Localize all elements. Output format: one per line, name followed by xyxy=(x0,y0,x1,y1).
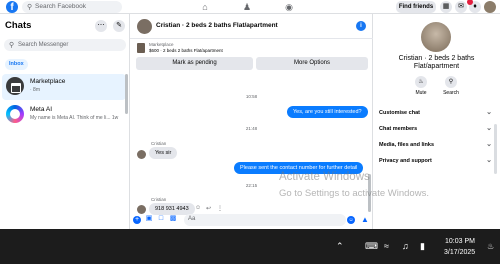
notification-bell-icon[interactable]: ♨ xyxy=(487,242,494,251)
marketplace-shop-icon xyxy=(6,77,24,95)
conversation-item-meta-ai[interactable]: Meta AI My name is Meta AI. Think of me … xyxy=(2,102,126,128)
more-actions-icon[interactable]: ⋮ xyxy=(217,205,223,212)
mute-label: Mute xyxy=(415,90,427,96)
profile-avatar-large[interactable] xyxy=(421,22,451,52)
menu-grid-icon[interactable]: ▦ xyxy=(440,1,452,13)
add-attachment-icon[interactable]: + xyxy=(133,216,141,224)
battery-icon[interactable]: ▮ xyxy=(420,241,425,252)
conversation-title[interactable]: Cristian · 2 beds 2 baths Flat/apartment xyxy=(156,22,278,29)
thumbs-up-icon[interactable]: ▲ xyxy=(361,215,369,224)
conversation-header: Cristian · 2 beds 2 baths Flat/apartment… xyxy=(130,14,373,39)
listing-thumbnail[interactable] xyxy=(137,43,145,53)
conversation-item-marketplace[interactable]: Marketplace · 8m xyxy=(2,74,126,100)
top-navigation-bar: f ⚲ Search Facebook ⌂ ♟ ◉ Find friends ▦… xyxy=(0,0,500,14)
conversation-name: Meta AI xyxy=(30,106,53,113)
section-label: Customise chat xyxy=(379,110,420,116)
more-options-button[interactable]: More Options xyxy=(256,57,368,70)
search-in-conversation-button[interactable]: ⚲ Search xyxy=(436,76,466,96)
section-privacy-support[interactable]: Privacy and support ⌄ xyxy=(379,155,494,167)
chevron-down-icon: ⌄ xyxy=(486,125,492,132)
contact-avatar[interactable] xyxy=(137,19,152,34)
message-bubble-outgoing[interactable]: Yes, are you still interested? xyxy=(287,106,368,118)
message-composer: + ▣ □ ▩ Aa ☺ ▲ xyxy=(130,212,373,229)
bell-icon: ♨ xyxy=(415,76,427,88)
listing-label: Marketplace xyxy=(149,42,174,47)
search-icon: ⚲ xyxy=(445,76,457,88)
reply-icon[interactable]: ↩ xyxy=(206,205,211,212)
sidebar-scrollbar[interactable] xyxy=(125,74,128,114)
message-input-placeholder: Aa xyxy=(188,216,196,222)
chevron-down-icon: ⌄ xyxy=(486,141,492,148)
chevron-up-icon[interactable]: ⌃ xyxy=(336,241,344,252)
profile-avatar[interactable] xyxy=(484,1,496,13)
mute-button[interactable]: ♨ Mute xyxy=(406,76,436,96)
react-emoji-icon[interactable]: ☺ xyxy=(195,205,201,211)
activate-windows-watermark-subtitle: Go to Settings to activate Windows. xyxy=(279,188,429,199)
friends-icon[interactable]: ♟ xyxy=(241,1,253,13)
keyboard-icon[interactable]: ⌨ xyxy=(365,241,378,252)
home-icon[interactable]: ⌂ xyxy=(199,1,211,13)
meta-ai-icon xyxy=(6,105,24,123)
volume-icon[interactable]: ♫ xyxy=(402,241,409,251)
search-icon: ⚲ xyxy=(27,4,33,11)
image-icon[interactable]: ▣ xyxy=(145,215,153,223)
conversation-subtitle: My name is Meta AI. Think of me li... 1w xyxy=(30,115,119,121)
groups-icon[interactable]: ◉ xyxy=(283,1,295,13)
new-message-icon[interactable]: ✎ xyxy=(113,20,125,32)
message-timestamp: 10:58 xyxy=(245,94,258,99)
sender-name: Cristian xyxy=(151,197,167,202)
sticker-icon[interactable]: □ xyxy=(157,215,165,223)
mark-as-pending-button[interactable]: Mark as pending xyxy=(136,57,253,70)
windows-taskbar: ⌃ ⌨ ≈ ♫ ▮ 10:03 PM 3/17/2025 ♨ xyxy=(0,229,500,264)
inbox-filter-tab[interactable]: Inbox xyxy=(5,59,28,70)
chevron-down-icon: ⌄ xyxy=(486,109,492,116)
clock-time[interactable]: 10:03 PM xyxy=(445,238,475,245)
section-customise-chat[interactable]: Customise chat ⌄ xyxy=(379,107,494,119)
find-friends-button[interactable]: Find friends xyxy=(396,1,436,13)
activate-windows-watermark-title: Activate Windows xyxy=(279,171,370,183)
sender-name: Cristian xyxy=(151,141,167,146)
message-input[interactable]: Aa xyxy=(184,214,346,226)
section-label: Media, files and links xyxy=(379,142,435,148)
search-label: Search xyxy=(443,90,459,96)
messenger-icon[interactable]: ✉ xyxy=(455,1,467,13)
more-options-icon[interactable]: ⋯ xyxy=(95,20,107,32)
section-media-files-links[interactable]: Media, files and links ⌄ xyxy=(379,139,494,151)
message-timestamp: 21:48 xyxy=(245,126,258,131)
section-label: Chat members xyxy=(379,126,418,132)
message-bubble-incoming[interactable]: Yes sir xyxy=(149,147,178,159)
search-icon: ⚲ xyxy=(9,42,15,49)
facebook-search-placeholder: Search Facebook xyxy=(35,3,86,10)
profile-name: Cristian · 2 beds 2 baths Flat/apartment xyxy=(398,55,475,70)
conversation-subtitle: · 8m xyxy=(30,87,40,93)
listing-info[interactable]: $600 · 2 beds 2 baths Flat/apartment xyxy=(149,48,223,53)
section-chat-members[interactable]: Chat members ⌄ xyxy=(379,123,494,135)
messenger-search-input[interactable]: ⚲ Search Messenger xyxy=(4,39,126,51)
emoji-icon[interactable]: ☺ xyxy=(347,216,355,224)
conversation-name: Marketplace xyxy=(30,78,66,85)
facebook-logo-icon[interactable]: f xyxy=(6,1,18,13)
info-icon[interactable]: i xyxy=(356,21,366,31)
section-label: Privacy and support xyxy=(379,158,432,164)
gif-icon[interactable]: ▩ xyxy=(169,215,177,223)
chats-sidebar: Chats ⋯ ✎ ⚲ Search Messenger Inbox Marke… xyxy=(0,14,130,229)
clock-date[interactable]: 3/17/2025 xyxy=(444,249,475,256)
chevron-down-icon: ⌄ xyxy=(486,157,492,164)
facebook-search-input[interactable]: ⚲ Search Facebook xyxy=(22,1,122,13)
messenger-search-placeholder: Search Messenger xyxy=(18,41,69,48)
chats-title: Chats xyxy=(5,20,32,31)
sender-avatar[interactable] xyxy=(137,150,146,159)
wifi-icon[interactable]: ≈ xyxy=(384,241,389,251)
profile-panel-scrollbar[interactable] xyxy=(494,124,497,174)
